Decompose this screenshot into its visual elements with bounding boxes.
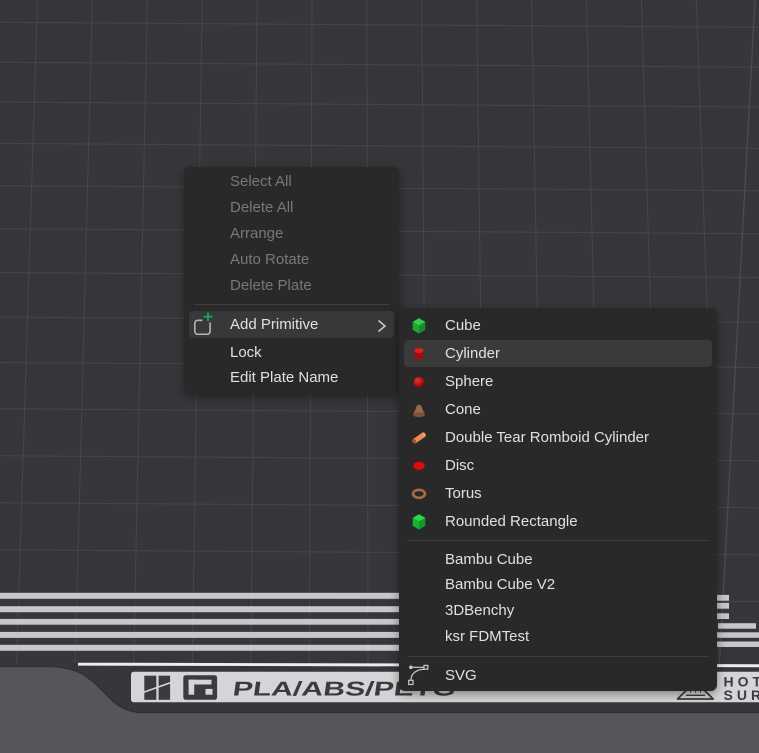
svg-text:SURFACE: SURFACE [724, 687, 759, 703]
